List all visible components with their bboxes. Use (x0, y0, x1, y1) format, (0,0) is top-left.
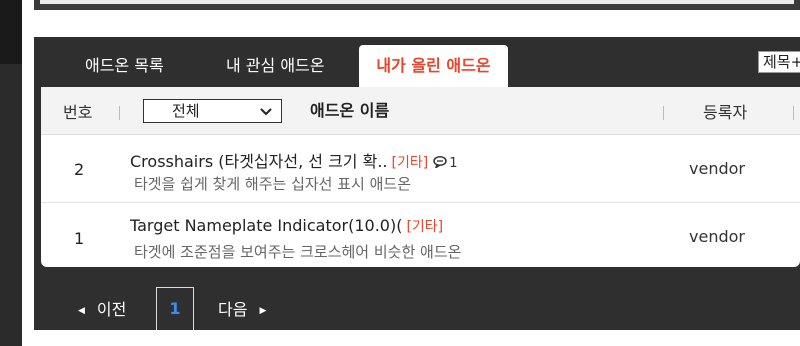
search-field-select[interactable]: 제목+ (758, 51, 800, 73)
addon-title: Crosshairs (타겟십자선, 선 크기 확.. (130, 152, 388, 171)
column-divider (663, 106, 664, 120)
addon-panel: 애드온 목록 내 관심 애드온 내가 올린 애드온 제목+ 번호 전체 애드온 … (34, 37, 800, 330)
addon-author: vendor (689, 227, 745, 246)
prev-label: 이전 (96, 300, 127, 319)
tab-my-uploaded-addons[interactable]: 내가 올린 애드온 (359, 45, 508, 87)
column-divider (793, 106, 794, 120)
addon-title-link[interactable]: Target Nameplate Indicator(10.0)([기타] (130, 216, 443, 236)
table-row[interactable]: 2 Crosshairs (타겟십자선, 선 크기 확.. [기타] 1 타겟을 쉽… (41, 135, 800, 203)
next-label: 다음 (218, 300, 248, 319)
window-left-edge (0, 0, 22, 346)
comment-count-value: 1 (449, 156, 458, 171)
row-number: 1 (74, 229, 85, 248)
tab-favorite-addons[interactable]: 내 관심 애드온 (226, 37, 325, 87)
addon-list: 번호 전체 애드온 이름 등록자 2 Crosshairs (타겟십자선, 선 … (41, 87, 800, 267)
addon-description: 타겟을 쉽게 찾게 해주는 십자선 표시 애드온 (134, 175, 412, 193)
triangle-left-icon: ◀ (78, 306, 85, 316)
chevron-down-icon (260, 108, 272, 116)
pagination: ◀ 이전 1 다음 ▶ (34, 287, 800, 330)
list-header: 번호 전체 애드온 이름 등록자 (41, 87, 800, 135)
category-select-value: 전체 (172, 102, 200, 120)
window-left-edge-band (0, 0, 22, 64)
previous-panel-edge (34, 0, 800, 10)
tab-addon-list[interactable]: 애드온 목록 (85, 37, 164, 87)
prev-page-button[interactable]: ◀ 이전 (78, 296, 126, 320)
previous-panel-inner (40, 0, 794, 4)
column-number: 번호 (63, 103, 93, 122)
table-row[interactable]: 1 Target Nameplate Indicator(10.0)([기타] … (41, 203, 800, 267)
category-tag: [기타] (391, 155, 429, 171)
column-addon-name: 애드온 이름 (310, 101, 390, 120)
comment-count: 1 (433, 156, 457, 171)
column-divider (119, 106, 120, 120)
category-tag: [기타] (406, 219, 444, 235)
next-page-button[interactable]: 다음 ▶ (218, 296, 266, 320)
column-author: 등록자 (703, 103, 748, 122)
addon-title-link[interactable]: Crosshairs (타겟십자선, 선 크기 확.. [기타] 1 (130, 148, 457, 172)
page-number-current[interactable]: 1 (156, 287, 194, 330)
addon-author: vendor (689, 159, 745, 178)
tab-bar: 애드온 목록 내 관심 애드온 내가 올린 애드온 제목+ (34, 37, 800, 87)
addon-description: 타겟에 조준점을 보여주는 크로스헤어 비슷한 애드온 (134, 243, 462, 261)
category-select[interactable]: 전체 (143, 99, 282, 123)
triangle-right-icon: ▶ (259, 306, 267, 316)
row-number: 2 (74, 160, 85, 179)
addon-title: Target Nameplate Indicator(10.0)( (130, 216, 403, 235)
comment-icon (433, 156, 447, 170)
